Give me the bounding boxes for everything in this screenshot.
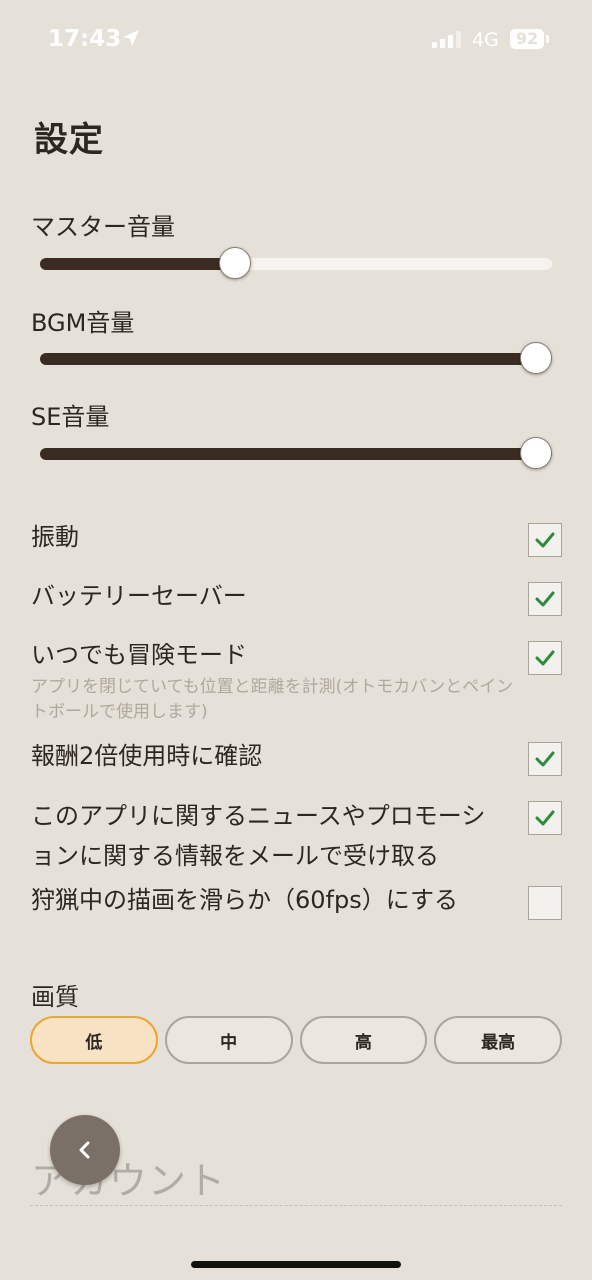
email-news-checkbox[interactable] — [528, 801, 562, 835]
slider-thumb[interactable] — [218, 247, 251, 279]
checkmark-icon — [535, 751, 555, 767]
quality-segmented-control: 低 中 高 最高 — [30, 1016, 562, 1064]
checkmark-icon — [535, 810, 555, 826]
checkmark-icon — [535, 591, 555, 607]
slider-thumb[interactable] — [520, 342, 552, 374]
checkmark-icon — [535, 650, 555, 666]
divider — [30, 1205, 562, 1206]
master-volume-label: マスター音量 — [31, 213, 175, 241]
battery-saver-checkbox[interactable] — [528, 582, 562, 616]
checkmark-icon — [535, 532, 555, 548]
anytime-adventure-label: いつでも冒険モード — [31, 641, 247, 669]
back-button[interactable] — [50, 1115, 120, 1185]
anytime-adventure-checkbox[interactable] — [528, 641, 562, 675]
slider-fill — [40, 258, 235, 270]
smooth-rendering-label: 狩猟中の描画を滑らか（60fps）にする — [31, 886, 458, 914]
chevron-left-icon — [79, 1141, 90, 1159]
bgm-volume-slider[interactable] — [40, 342, 552, 374]
vibration-checkbox[interactable] — [528, 523, 562, 557]
home-indicator[interactable] — [191, 1261, 401, 1268]
battery-icon: 92 — [510, 29, 544, 49]
slider-fill — [40, 353, 552, 365]
battery-saver-label: バッテリーセーバー — [31, 582, 247, 610]
location-arrow-icon — [121, 28, 141, 52]
status-time: 17:43 — [48, 26, 122, 52]
smooth-rendering-checkbox[interactable] — [528, 886, 562, 920]
se-volume-label: SE音量 — [31, 403, 110, 431]
anytime-adventure-description: アプリを閉じていても位置と距離を計測(オトモカバンとペイントボールで使用します) — [31, 677, 514, 722]
battery-tip — [546, 35, 549, 43]
signal-strength-icon — [432, 30, 461, 48]
quality-option-medium[interactable]: 中 — [164, 1016, 293, 1064]
network-type: 4G — [472, 29, 499, 51]
slider-thumb[interactable] — [520, 437, 552, 469]
page-title: 設定 — [34, 120, 104, 160]
quality-label: 画質 — [31, 983, 79, 1011]
email-news-label: このアプリに関するニュースやプロモーションに関する情報をメールで受け取る — [31, 802, 486, 870]
quality-option-highest[interactable]: 最高 — [434, 1016, 562, 1064]
double-reward-confirm-checkbox[interactable] — [528, 742, 562, 776]
bgm-volume-label: BGM音量 — [31, 309, 135, 337]
slider-fill — [40, 448, 552, 460]
vibration-label: 振動 — [31, 523, 79, 551]
status-bar: 17:43 4G 92 — [0, 0, 592, 80]
se-volume-slider[interactable] — [40, 437, 552, 469]
master-volume-slider[interactable] — [40, 247, 552, 279]
quality-option-high[interactable]: 高 — [299, 1016, 428, 1064]
quality-option-low[interactable]: 低 — [30, 1016, 158, 1064]
double-reward-confirm-label: 報酬2倍使用時に確認 — [31, 742, 263, 770]
